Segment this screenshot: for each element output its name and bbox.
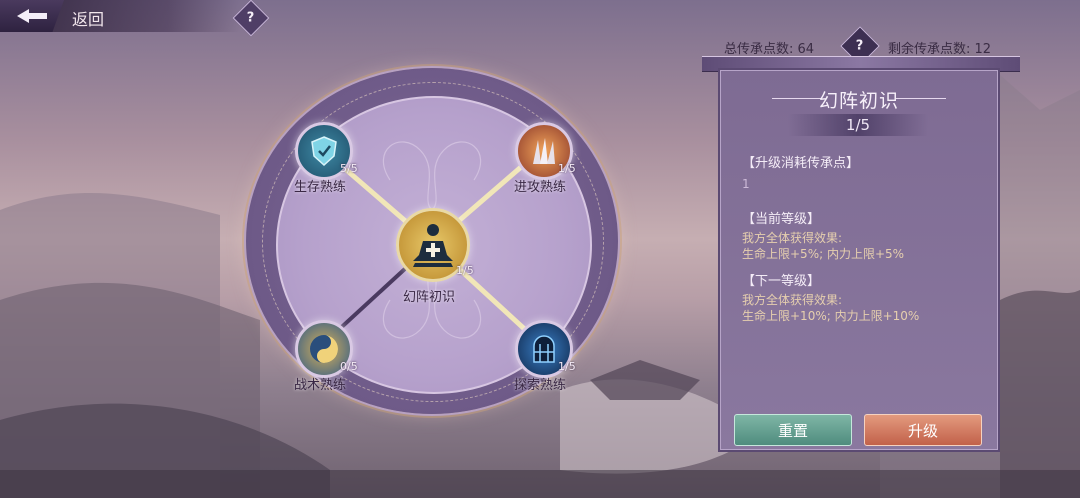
skill-level: 1/5 bbox=[788, 114, 928, 136]
question-icon: ? bbox=[856, 38, 864, 54]
skill-title: 幻阵初识 bbox=[818, 90, 899, 112]
center-label: 幻阵初识 bbox=[403, 290, 456, 305]
cost-heading: 【升级消耗传承点】 bbox=[742, 156, 860, 171]
skill-detail-panel: 幻阵初识 1/5 【升级消耗传承点】 1 【当前等级】 我方全体获得效果: 生命… bbox=[718, 68, 1000, 452]
center-level: 1/5 bbox=[456, 264, 474, 277]
arrow-left-icon bbox=[17, 9, 47, 23]
question-icon: ? bbox=[247, 10, 255, 26]
title-divider-right bbox=[896, 98, 946, 99]
meditation-plus-icon bbox=[413, 224, 453, 267]
exploration-level: 1/5 bbox=[558, 360, 576, 373]
reset-button[interactable]: 重置 bbox=[734, 414, 852, 446]
blades-icon bbox=[533, 138, 555, 164]
offense-label: 进攻熟练 bbox=[514, 180, 567, 195]
exploration-label: 探索熟练 bbox=[514, 378, 567, 393]
current-effect-line2: 生命上限+5%; 内力上限+5% bbox=[742, 247, 905, 261]
shield-icon bbox=[311, 136, 337, 167]
cost-value: 1 bbox=[742, 177, 750, 191]
tactics-label: 战术熟练 bbox=[294, 378, 347, 393]
gate-icon bbox=[533, 335, 555, 363]
total-points: 总传承点数: 64 bbox=[724, 42, 815, 57]
survival-label: 生存熟练 bbox=[294, 180, 347, 195]
remaining-points: 剩余传承点数: 12 bbox=[888, 42, 992, 57]
next-level-heading: 【下一等级】 bbox=[742, 274, 821, 289]
current-level-heading: 【当前等级】 bbox=[742, 212, 821, 227]
current-effect-line1: 我方全体获得效果: bbox=[742, 231, 843, 245]
offense-level: 1/5 bbox=[558, 162, 576, 175]
back-label[interactable]: 返回 bbox=[72, 6, 104, 30]
survival-level: 5/5 bbox=[340, 162, 358, 175]
upgrade-button[interactable]: 升级 bbox=[864, 414, 982, 446]
next-effect-line1: 我方全体获得效果: bbox=[742, 293, 843, 307]
yin-yang-icon bbox=[310, 335, 338, 363]
tactics-level: 0/5 bbox=[340, 360, 358, 373]
next-effect-line2: 生命上限+10%; 内力上限+10% bbox=[742, 309, 920, 323]
